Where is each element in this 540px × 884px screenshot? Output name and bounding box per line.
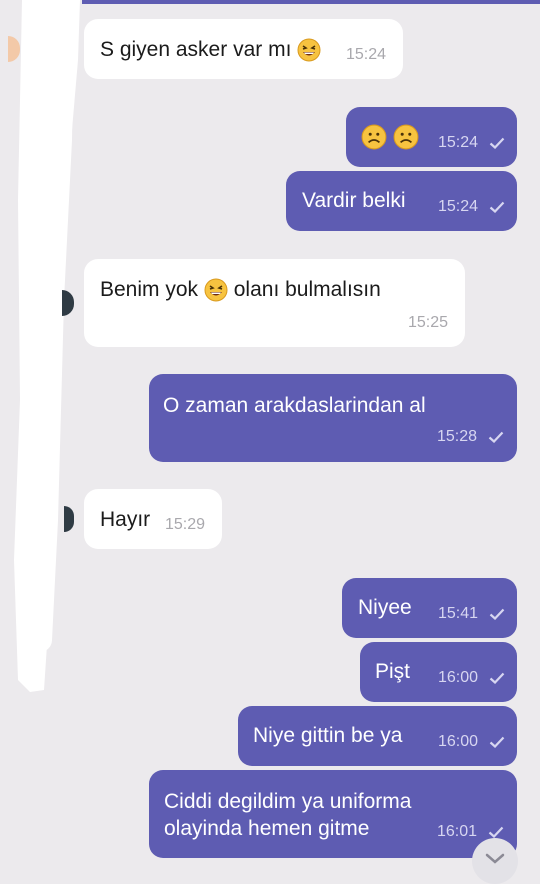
message-time: 15:24 [438, 133, 505, 153]
scroll-down-button[interactable] [472, 838, 518, 884]
check-icon [489, 736, 504, 748]
frowning-face-icon [393, 124, 419, 150]
outgoing-message[interactable]: 15:24 [346, 107, 517, 167]
outgoing-message[interactable]: O zaman arakdaslarindan al 15:28 [149, 374, 517, 462]
message-time: 15:29 [165, 516, 206, 533]
message-text-line1: Ciddi degildim ya uniforma [164, 790, 412, 813]
message-time: 16:00 [438, 732, 505, 752]
message-time: 15:41 [438, 604, 505, 624]
outgoing-message[interactable]: Pişt 16:00 [360, 642, 517, 702]
message-time: 15:28 [437, 427, 504, 447]
incoming-message[interactable]: Benim yok olanı bulmalısın 15:25 [84, 259, 465, 347]
frowning-face-icon [361, 124, 387, 150]
message-emojis [361, 123, 419, 151]
grinning-squinting-face-icon [204, 278, 228, 302]
message-time: 16:00 [438, 668, 505, 688]
incoming-message[interactable]: S giyen asker var mı 15:24 [84, 19, 403, 79]
incoming-message[interactable]: Hayır 15:29 [84, 489, 222, 549]
chevron-down-icon [485, 853, 505, 864]
outgoing-message[interactable]: Vardir belki 15:24 [286, 171, 517, 231]
message-text: Niye gittin be ya [253, 724, 403, 747]
outgoing-message[interactable]: Ciddi degildim ya uniforma olayinda heme… [149, 770, 517, 858]
check-icon [489, 608, 504, 620]
message-text: Niyee [358, 596, 412, 619]
grinning-squinting-face-icon [297, 38, 321, 62]
check-icon [488, 826, 503, 838]
message-text: Pişt [375, 660, 411, 683]
outgoing-message[interactable]: Niyee 15:41 [342, 578, 517, 638]
message-text: O zaman arakdaslarindan al [163, 394, 426, 417]
top-accent-bar [82, 0, 540, 4]
check-icon [489, 137, 504, 149]
check-icon [488, 431, 503, 443]
message-time: 15:24 [346, 46, 387, 63]
message-text-line2: olayinda hemen gitme [164, 817, 370, 840]
message-time: 15:25 [408, 314, 449, 331]
check-icon [489, 672, 504, 684]
message-text: Hayır [100, 508, 151, 531]
message-time: 15:24 [438, 197, 505, 217]
check-icon [489, 201, 504, 213]
message-text: Vardir belki [302, 189, 406, 212]
message-text: S giyen asker var mı [100, 36, 321, 64]
outgoing-message[interactable]: Niye gittin be ya 16:00 [238, 706, 517, 766]
redaction-scribble [14, 0, 80, 692]
message-text: Benim yok olanı bulmalısın [100, 278, 381, 302]
